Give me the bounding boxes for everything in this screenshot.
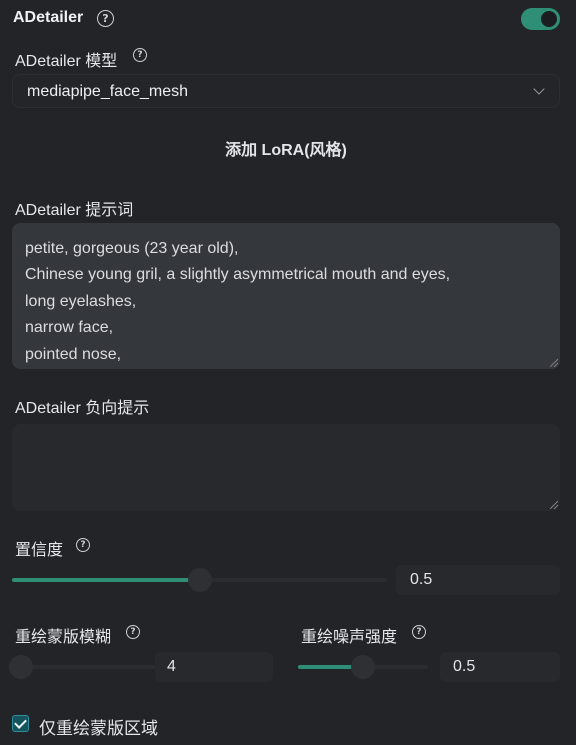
resize-grip-icon[interactable] xyxy=(550,359,558,367)
confidence-slider-fill xyxy=(12,578,200,582)
mask-blur-label: 重绘蒙版模糊 xyxy=(15,629,112,646)
denoise-number-input[interactable]: 0.5 xyxy=(440,652,560,682)
mask-blur-help-icon[interactable]: ? xyxy=(126,625,140,639)
resize-grip-icon[interactable] xyxy=(550,501,558,509)
inpaint-only-masked-checkbox[interactable] xyxy=(12,715,29,732)
denoise-label: 重绘噪声强度 xyxy=(301,629,398,646)
negative-prompt-textarea[interactable] xyxy=(12,424,560,511)
confidence-label: 置信度 xyxy=(15,542,64,559)
confidence-slider-thumb[interactable] xyxy=(187,568,212,592)
model-select[interactable]: mediapipe_face_mesh xyxy=(12,74,560,108)
mask-blur-slider-thumb[interactable] xyxy=(8,655,33,679)
model-label: ADetailer 模型 xyxy=(15,53,118,70)
prompt-label: ADetailer 提示词 xyxy=(15,202,134,219)
denoise-help-icon[interactable]: ? xyxy=(412,625,426,639)
help-icon[interactable]: ? xyxy=(97,10,114,27)
confidence-number-input[interactable]: 0.5 xyxy=(396,565,560,595)
model-help-icon[interactable]: ? xyxy=(133,48,147,62)
prompt-line: long eyelashes, xyxy=(25,293,137,310)
prompt-textarea[interactable]: petite, gorgeous (23 year old), Chinese … xyxy=(12,223,560,369)
chevron-down-icon xyxy=(533,83,545,95)
mask-blur-slider[interactable] xyxy=(8,655,157,679)
confidence-slider[interactable] xyxy=(12,568,387,592)
toggle-knob xyxy=(541,11,557,27)
prompt-line: pointed nose, xyxy=(25,346,122,363)
add-lora-button[interactable]: 添加 LoRA(风格) xyxy=(12,134,560,168)
enable-toggle[interactable] xyxy=(521,8,560,30)
prompt-line: Chinese young gril, a slightly asymmetri… xyxy=(25,266,451,283)
panel-title: ADetailer xyxy=(13,9,84,26)
confidence-help-icon[interactable]: ? xyxy=(76,538,90,552)
negative-prompt-label: ADetailer 负向提示 xyxy=(15,400,150,417)
mask-blur-number-input[interactable]: 4 xyxy=(155,652,273,682)
prompt-line: narrow face, xyxy=(25,319,114,336)
denoise-slider[interactable] xyxy=(298,655,428,679)
denoise-slider-thumb[interactable] xyxy=(351,655,375,679)
prompt-line: petite, gorgeous (23 year old), xyxy=(25,240,239,257)
model-selected-value: mediapipe_face_mesh xyxy=(27,83,188,100)
inpaint-only-masked-label: 仅重绘蒙版区域 xyxy=(39,719,158,738)
